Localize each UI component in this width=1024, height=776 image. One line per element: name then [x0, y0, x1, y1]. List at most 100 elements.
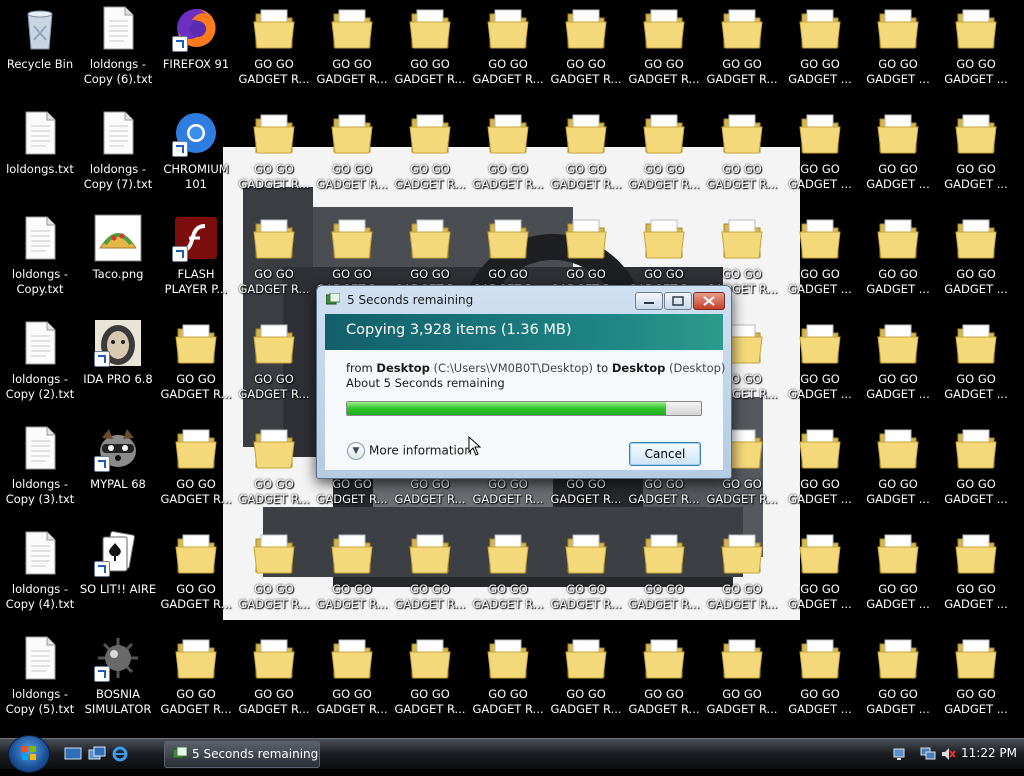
- desktop-folder-go-go-gadget[interactable]: GO GO GADGET R...: [703, 2, 781, 102]
- desktop-folder-go-go-gadget[interactable]: GO GO GADGET R...: [547, 632, 625, 732]
- start-button[interactable]: [8, 735, 50, 773]
- desktop-folder-go-go-gadget[interactable]: GO GO GADGET R...: [157, 422, 235, 522]
- desktop-icon-firefox-91[interactable]: FIREFOX 91: [157, 2, 235, 102]
- desktop-folder-go-go-gadget[interactable]: GO GO GADGET ...: [937, 212, 1015, 312]
- desktop-folder-go-go-gadget[interactable]: GO GO GADGET ...: [781, 422, 859, 522]
- desktop-folder-go-go-gadget[interactable]: GO GO GADGET ...: [781, 317, 859, 417]
- desktop-icon-loldongs-copy-txt[interactable]: loldongs - Copy.txt: [1, 212, 79, 312]
- desktop-icon-label: GO GO GADGET R...: [628, 57, 700, 86]
- desktop-folder-go-go-gadget[interactable]: GO GO GADGET ...: [937, 2, 1015, 102]
- mine-icon: [94, 634, 142, 682]
- desktop-folder-go-go-gadget[interactable]: GO GO GADGET R...: [157, 632, 235, 732]
- desktop-folder-go-go-gadget[interactable]: GO GO GADGET R...: [703, 527, 781, 627]
- desktop-folder-go-go-gadget[interactable]: GO GO GADGET ...: [781, 212, 859, 312]
- desktop-icon-recycle-bin[interactable]: Recycle Bin: [1, 2, 79, 102]
- desktop-folder-go-go-gadget[interactable]: GO GO GADGET R...: [235, 2, 313, 102]
- monitor-tray-icon[interactable]: [920, 746, 936, 762]
- desktop-folder-go-go-gadget[interactable]: GO GO GADGET R...: [625, 527, 703, 627]
- desktop-folder-go-go-gadget[interactable]: GO GO GADGET ...: [859, 107, 937, 207]
- desktop-icon-loldongs-copy-3-txt[interactable]: loldongs - Copy (3).txt: [1, 422, 79, 522]
- desktop-folder-go-go-gadget[interactable]: GO GO GADGET ...: [859, 212, 937, 312]
- desktop-folder-go-go-gadget[interactable]: GO GO GADGET R...: [235, 632, 313, 732]
- desktop-folder-go-go-gadget[interactable]: GO GO GADGET R...: [547, 107, 625, 207]
- desktop-folder-go-go-gadget[interactable]: GO GO GADGET ...: [937, 107, 1015, 207]
- more-information-toggle[interactable]: ▼ More information: [347, 442, 472, 460]
- desktop-folder-go-go-gadget[interactable]: GO GO GADGET R...: [313, 2, 391, 102]
- desktop-folder-go-go-gadget[interactable]: GO GO GADGET R...: [391, 527, 469, 627]
- txt-icon: [94, 4, 142, 52]
- desktop-folder-go-go-gadget[interactable]: GO GO GADGET R...: [313, 632, 391, 732]
- cancel-button[interactable]: Cancel: [629, 442, 701, 466]
- folder-icon: [250, 424, 298, 472]
- desktop-folder-go-go-gadget[interactable]: GO GO GADGET R...: [547, 527, 625, 627]
- desktop-folder-go-go-gadget[interactable]: GO GO GADGET R...: [235, 422, 313, 522]
- desktop-folder-go-go-gadget[interactable]: GO GO GADGET R...: [235, 527, 313, 627]
- desktop-folder-go-go-gadget[interactable]: GO GO GADGET R...: [625, 2, 703, 102]
- close-button[interactable]: [693, 292, 725, 310]
- desktop-icon-loldongs-txt[interactable]: loldongs.txt: [1, 107, 79, 207]
- desktop-folder-go-go-gadget[interactable]: GO GO GADGET ...: [859, 2, 937, 102]
- desktop-icon-flash-player-p[interactable]: FLASH PLAYER P...: [157, 212, 235, 312]
- desktop-folder-go-go-gadget[interactable]: GO GO GADGET ...: [781, 107, 859, 207]
- desktop-folder-go-go-gadget[interactable]: GO GO GADGET R...: [391, 2, 469, 102]
- desktop-folder-go-go-gadget[interactable]: GO GO GADGET R...: [235, 317, 313, 417]
- taskbar: 5 Seconds remaining 11:22 PM: [0, 735, 1024, 773]
- desktop-folder-go-go-gadget[interactable]: GO GO GADGET R...: [703, 632, 781, 732]
- maximize-button[interactable]: [664, 292, 692, 310]
- desktop-icon-so-lit-aire[interactable]: SO LIT!! AIRE: [79, 527, 157, 627]
- show-desktop-icon[interactable]: [64, 746, 82, 762]
- desktop-folder-go-go-gadget[interactable]: GO GO GADGET R...: [235, 107, 313, 207]
- desktop-icon-mypal-68[interactable]: MYPAL 68: [79, 422, 157, 522]
- desktop-folder-go-go-gadget[interactable]: GO GO GADGET ...: [937, 317, 1015, 417]
- desktop-icon-loldongs-copy-6-txt[interactable]: loldongs - Copy (6).txt: [79, 2, 157, 102]
- desktop-folder-go-go-gadget[interactable]: GO GO GADGET R...: [157, 317, 235, 417]
- desktop-folder-go-go-gadget[interactable]: GO GO GADGET ...: [781, 527, 859, 627]
- desktop-icon-taco-png[interactable]: Taco.png: [79, 212, 157, 312]
- desktop-folder-go-go-gadget[interactable]: GO GO GADGET R...: [703, 107, 781, 207]
- desktop-folder-go-go-gadget[interactable]: GO GO GADGET ...: [937, 422, 1015, 522]
- desktop-folder-go-go-gadget[interactable]: GO GO GADGET ...: [937, 632, 1015, 732]
- desktop-folder-go-go-gadget[interactable]: GO GO GADGET R...: [469, 632, 547, 732]
- desktop-icon-bosnia-simulator[interactable]: BOSNIA SIMULATOR: [79, 632, 157, 732]
- taskbar-copy-task-button[interactable]: 5 Seconds remaining: [164, 741, 320, 768]
- internet-explorer-icon[interactable]: [111, 746, 129, 762]
- desktop-folder-go-go-gadget[interactable]: GO GO GADGET R...: [313, 527, 391, 627]
- desktop-icon-label: GO GO GADGET R...: [472, 687, 544, 716]
- desktop-folder-go-go-gadget[interactable]: GO GO GADGET R...: [391, 632, 469, 732]
- desktop-icon-loldongs-copy-5-txt[interactable]: loldongs - Copy (5).txt: [1, 632, 79, 732]
- clock[interactable]: 11:22 PM: [961, 746, 1017, 760]
- desktop-folder-go-go-gadget[interactable]: GO GO GADGET ...: [859, 317, 937, 417]
- desktop-icon-loldongs-copy-7-txt[interactable]: loldongs - Copy (7).txt: [79, 107, 157, 207]
- desktop-folder-go-go-gadget[interactable]: GO GO GADGET ...: [781, 632, 859, 732]
- desktop-folder-go-go-gadget[interactable]: GO GO GADGET ...: [859, 422, 937, 522]
- desktop-folder-go-go-gadget[interactable]: GO GO GADGET R...: [469, 527, 547, 627]
- desktop-folder-go-go-gadget[interactable]: GO GO GADGET R...: [469, 2, 547, 102]
- desktop-icon-loldongs-copy-4-txt[interactable]: loldongs - Copy (4).txt: [1, 527, 79, 627]
- desktop-folder-go-go-gadget[interactable]: GO GO GADGET R...: [157, 527, 235, 627]
- desktop-folder-go-go-gadget[interactable]: GO GO GADGET R...: [469, 107, 547, 207]
- folder-icon: [250, 529, 298, 577]
- dialog-titlebar[interactable]: 5 Seconds remaining: [317, 286, 731, 314]
- switch-windows-icon[interactable]: [88, 746, 106, 762]
- desktop-folder-go-go-gadget[interactable]: GO GO GADGET R...: [313, 107, 391, 207]
- desktop-folder-go-go-gadget[interactable]: GO GO GADGET ...: [859, 527, 937, 627]
- desktop-icon-loldongs-copy-2-txt[interactable]: loldongs - Copy (2).txt: [1, 317, 79, 417]
- desktop-folder-go-go-gadget[interactable]: GO GO GADGET ...: [859, 632, 937, 732]
- minimize-button[interactable]: [635, 292, 663, 310]
- network-tray-icon[interactable]: [892, 746, 908, 762]
- desktop-icon-ida-pro-6-8[interactable]: IDA PRO 6.8: [79, 317, 157, 417]
- desktop-folder-go-go-gadget[interactable]: GO GO GADGET R...: [625, 632, 703, 732]
- volume-muted-icon[interactable]: [940, 746, 956, 762]
- desktop-icon-label: GO GO GADGET ...: [944, 57, 1008, 86]
- desktop-folder-go-go-gadget[interactable]: GO GO GADGET R...: [625, 107, 703, 207]
- folder-icon: [406, 529, 454, 577]
- desktop-folder-go-go-gadget[interactable]: GO GO GADGET ...: [937, 527, 1015, 627]
- desktop-folder-go-go-gadget[interactable]: GO GO GADGET R...: [391, 107, 469, 207]
- desktop-folder-go-go-gadget[interactable]: GO GO GADGET R...: [547, 2, 625, 102]
- desktop-folder-go-go-gadget[interactable]: GO GO GADGET ...: [781, 2, 859, 102]
- desktop-folder-go-go-gadget[interactable]: GO GO GADGET R...: [235, 212, 313, 312]
- desktop-icon-chromium-101[interactable]: CHROMIUM 101: [157, 107, 235, 207]
- dialog-body: from Desktop (C:\Users\VM0B0T\Desktop) t…: [325, 350, 725, 470]
- folder-icon: [562, 529, 610, 577]
- folder-icon: [328, 634, 376, 682]
